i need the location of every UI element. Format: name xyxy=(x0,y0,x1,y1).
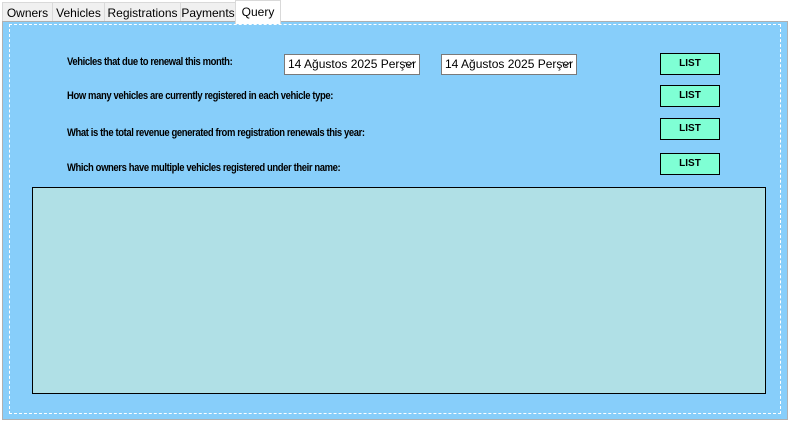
revenue-question-label: What is the total revenue generated from… xyxy=(67,127,365,139)
tab-vehicles[interactable]: Vehicles xyxy=(52,2,105,22)
tab-registrations[interactable]: Registrations xyxy=(104,2,181,22)
chevron-down-icon[interactable] xyxy=(402,55,416,74)
renewal-question-label: Vehicles that due to renewal this month: xyxy=(67,56,233,68)
tab-owners[interactable]: Owners xyxy=(2,2,53,22)
owners-question-label: Which owners have multiple vehicles regi… xyxy=(67,162,341,174)
vehicle-type-question-label: How many vehicles are currently register… xyxy=(67,90,333,102)
list-owners-button[interactable]: LIST xyxy=(660,153,720,175)
query-panel-frame: Vehicles that due to renewal this month:… xyxy=(9,24,781,414)
list-revenue-button[interactable]: LIST xyxy=(660,118,720,140)
date-to-value: 14 Ağustos 2025 Perşer xyxy=(445,57,574,71)
date-from-value: 14 Ağustos 2025 Perşer xyxy=(288,57,417,71)
list-vehicle-types-button[interactable]: LIST xyxy=(660,85,720,107)
results-grid[interactable] xyxy=(32,187,766,394)
tab-payments[interactable]: Payments xyxy=(180,2,236,22)
date-to-picker[interactable]: 14 Ağustos 2025 Perşer xyxy=(441,54,577,75)
list-renewals-button[interactable]: LIST xyxy=(660,53,720,75)
date-from-picker[interactable]: 14 Ağustos 2025 Perşer xyxy=(284,54,420,75)
chevron-down-icon[interactable] xyxy=(559,55,573,74)
query-tab-page: Vehicles that due to renewal this month:… xyxy=(2,21,788,420)
tab-query[interactable]: Query xyxy=(235,0,281,24)
